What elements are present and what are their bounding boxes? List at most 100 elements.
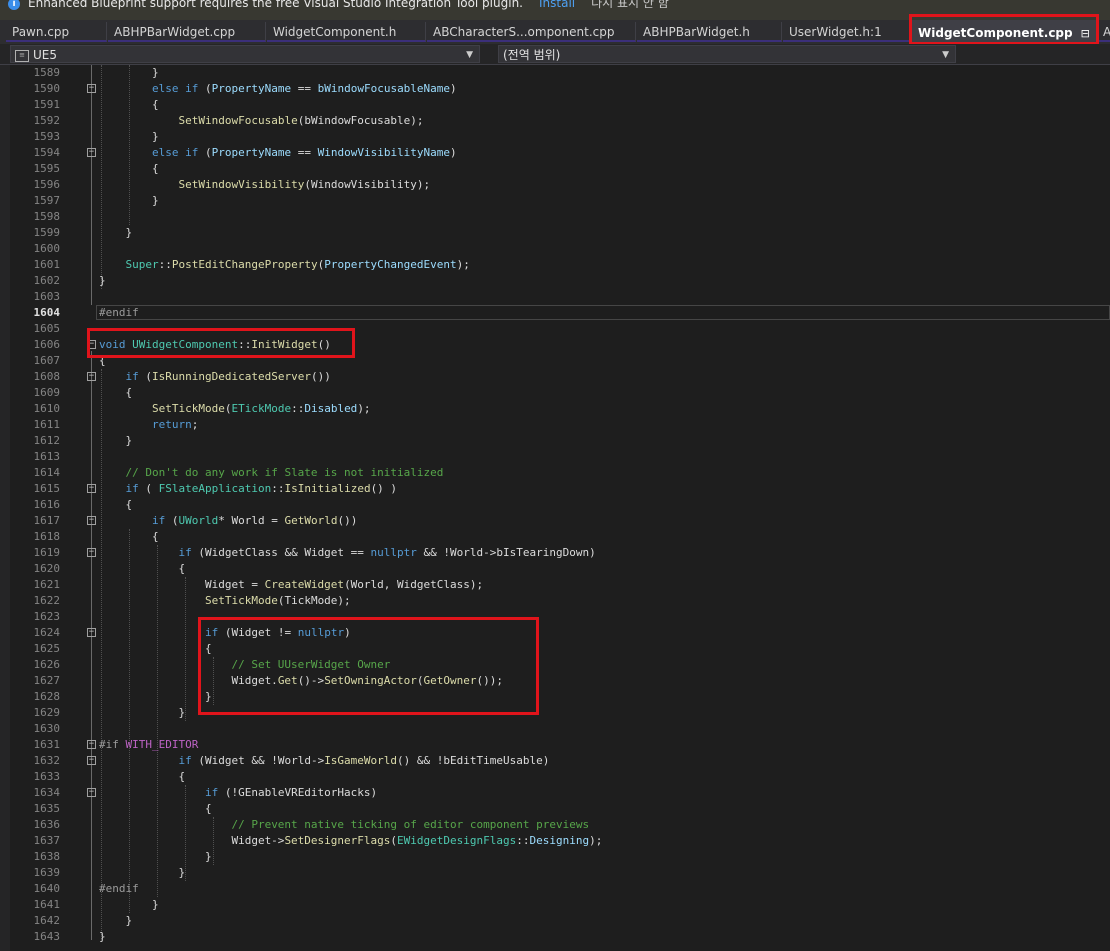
code-line[interactable]: 1601 Super::PostEditChangeProperty(Prope… xyxy=(0,257,1110,273)
code-text: } xyxy=(99,898,159,911)
code-line[interactable]: 1610 SetTickMode(ETickMode::Disabled); xyxy=(0,401,1110,417)
fold-collapse-icon[interactable]: − xyxy=(87,372,96,381)
code-line[interactable]: 1633 { xyxy=(0,769,1110,785)
code-text: SetTickMode(TickMode); xyxy=(204,594,351,607)
code-text: SetWindowVisibility(WindowVisibility); xyxy=(178,178,431,191)
code-line[interactable]: 1591 { xyxy=(0,97,1110,113)
code-line[interactable]: 1628 } xyxy=(0,689,1110,705)
fold-collapse-icon[interactable]: − xyxy=(87,740,96,749)
code-text: if (Widget != nullptr) xyxy=(204,626,351,639)
code-line[interactable]: 1640 #endif xyxy=(0,881,1110,897)
code-line[interactable]: 1622 SetTickMode(TickMode); xyxy=(0,593,1110,609)
fold-collapse-icon[interactable]: − xyxy=(87,756,96,765)
tab-abcharacterstatcomponent-cpp[interactable]: ABCharacterS...omponent.cpp xyxy=(427,22,636,42)
line-number: 1636 xyxy=(33,818,61,831)
tab-label: UserWidget.h:1 xyxy=(789,25,882,39)
code-line[interactable]: 1619 − if (WidgetClass && Widget == nullp… xyxy=(0,545,1110,561)
code-line[interactable]: 1596 SetWindowVisibility(WindowVisibilit… xyxy=(0,177,1110,193)
code-line[interactable]: 1606 − void UWidgetComponent::InitWidget() xyxy=(0,337,1110,353)
fold-collapse-icon[interactable]: − xyxy=(87,148,96,157)
info-message: Enhanced Blueprint support requires the … xyxy=(28,0,523,10)
code-line[interactable]: 1593 } xyxy=(0,129,1110,145)
code-editor[interactable]: 1589 } 1590− else if (PropertyName == bWi… xyxy=(0,65,1110,951)
scope-dropdown[interactable]: (전역 범위) ▼ xyxy=(498,45,956,63)
code-line[interactable]: 1612 } xyxy=(0,433,1110,449)
code-line[interactable]: 1603 xyxy=(0,289,1110,305)
code-line[interactable]: 1638 } xyxy=(0,849,1110,865)
code-line[interactable]: 1641 } xyxy=(0,897,1110,913)
tab-overflow[interactable]: A xyxy=(1097,22,1110,42)
code-line[interactable]: 1600 xyxy=(0,241,1110,257)
line-number: 1615 xyxy=(33,482,61,495)
code-text: Widget->SetDesignerFlags(EWidgetDesignFl… xyxy=(99,834,603,847)
code-line[interactable]: 1602} xyxy=(0,273,1110,289)
code-line[interactable]: 1589 } xyxy=(0,65,1110,81)
code-line[interactable]: 1618 { xyxy=(0,529,1110,545)
code-line[interactable]: 1605 xyxy=(0,321,1110,337)
code-line[interactable]: 1598 xyxy=(0,209,1110,225)
code-line[interactable]: 1615 − if ( FSlateApplication::IsInitiali… xyxy=(0,481,1110,497)
code-line[interactable]: 1629 } xyxy=(0,705,1110,721)
line-number: 1631 xyxy=(33,738,61,751)
code-line[interactable]: 1611 return; xyxy=(0,417,1110,433)
code-line[interactable]: 1637 Widget->SetDesignerFlags(EWidgetDes… xyxy=(0,833,1110,849)
project-dropdown[interactable]: ≡ UE5 ▼ xyxy=(10,45,480,63)
fold-collapse-icon[interactable]: − xyxy=(87,484,96,493)
line-number: 1619 xyxy=(33,546,61,559)
fold-collapse-icon[interactable]: − xyxy=(87,340,96,349)
code-line[interactable]: 1620 { xyxy=(0,561,1110,577)
fold-collapse-icon[interactable]: − xyxy=(87,788,96,797)
code-line[interactable]: 1607 { xyxy=(0,353,1110,369)
code-text: if (WidgetClass && Widget == nullptr && … xyxy=(178,546,596,559)
tab-userwidget-h[interactable]: UserWidget.h:1 xyxy=(783,22,910,42)
code-line[interactable]: 1604 #endif xyxy=(0,305,1110,321)
dismiss-link[interactable]: 다시 표시 안 함 xyxy=(591,0,669,10)
code-line[interactable]: 1595 { xyxy=(0,161,1110,177)
code-line[interactable]: 1614 // Don't do any work if Slate is no… xyxy=(0,465,1110,481)
code-line[interactable]: 1636 // Prevent native ticking of editor… xyxy=(0,817,1110,833)
code-text: { xyxy=(99,386,133,399)
line-number: 1595 xyxy=(33,162,61,175)
tab-widgetcomponent-cpp[interactable]: WidgetComponent.cpp⊟✕ xyxy=(912,20,1096,44)
install-link[interactable]: Install xyxy=(539,0,575,10)
code-line[interactable]: 1609 { xyxy=(0,385,1110,401)
code-line[interactable]: 1630 xyxy=(0,721,1110,737)
line-number: 1602 xyxy=(33,274,61,287)
line-number: 1617 xyxy=(33,514,61,527)
code-line[interactable]: 1631 − #if WITH_EDITOR xyxy=(0,737,1110,753)
code-line[interactable]: 1635 { xyxy=(0,801,1110,817)
code-line[interactable]: 1599 } xyxy=(0,225,1110,241)
code-line[interactable]: 1613 xyxy=(0,449,1110,465)
code-line[interactable]: 1626 // Set UUserWidget Owner xyxy=(0,657,1110,673)
code-line[interactable]: 1597 } xyxy=(0,193,1110,209)
code-line[interactable]: 1594 − else if (PropertyName == WindowVis… xyxy=(0,145,1110,161)
code-line[interactable]: 1625 { xyxy=(0,641,1110,657)
pin-icon[interactable]: ⊟ xyxy=(1081,27,1090,40)
code-line[interactable]: 1643} xyxy=(0,929,1110,945)
code-line[interactable]: 1624 − if (Widget != nullptr) xyxy=(0,625,1110,641)
code-line[interactable]: 1639 } xyxy=(0,865,1110,881)
line-number: 1600 xyxy=(33,242,61,255)
code-line[interactable]: 1632 − if (Widget && !World->IsGameWorld(… xyxy=(0,753,1110,769)
tab-pawn-cpp[interactable]: Pawn.cpp xyxy=(6,22,107,42)
code-line[interactable]: 1627 Widget.Get()->SetOwningActor(GetOwn… xyxy=(0,673,1110,689)
fold-collapse-icon[interactable]: − xyxy=(87,84,96,93)
line-number: 1627 xyxy=(33,674,61,687)
code-text: { xyxy=(99,562,186,575)
tab-widgetcomponent-h[interactable]: WidgetComponent.h xyxy=(267,22,426,42)
code-line[interactable]: 1621 Widget = CreateWidget(World, Widget… xyxy=(0,577,1110,593)
fold-collapse-icon[interactable]: − xyxy=(87,628,96,637)
code-line[interactable]: 1616 { xyxy=(0,497,1110,513)
fold-collapse-icon[interactable]: − xyxy=(87,516,96,525)
code-line[interactable]: 1590 − else if (PropertyName == bWindowFo… xyxy=(0,81,1110,97)
code-line[interactable]: 1642 } xyxy=(0,913,1110,929)
code-line[interactable]: 1617 − if (UWorld* World = GetWorld()) xyxy=(0,513,1110,529)
code-line[interactable]: 1592 SetWindowFocusable(bWindowFocusable… xyxy=(0,113,1110,129)
code-text: Widget.Get()->SetOwningActor(GetOwner())… xyxy=(99,674,504,687)
code-line[interactable]: 1608 − if (IsRunningDedicatedServer()) xyxy=(0,369,1110,385)
fold-collapse-icon[interactable]: − xyxy=(87,548,96,557)
tab-abhpbarwidget-h[interactable]: ABHPBarWidget.h xyxy=(637,22,782,42)
code-line[interactable]: 1623 xyxy=(0,609,1110,625)
tab-abhpbarwidget-cpp[interactable]: ABHPBarWidget.cpp xyxy=(108,22,266,42)
code-line[interactable]: 1634 − if (!GEnableVREditorHacks) xyxy=(0,785,1110,801)
